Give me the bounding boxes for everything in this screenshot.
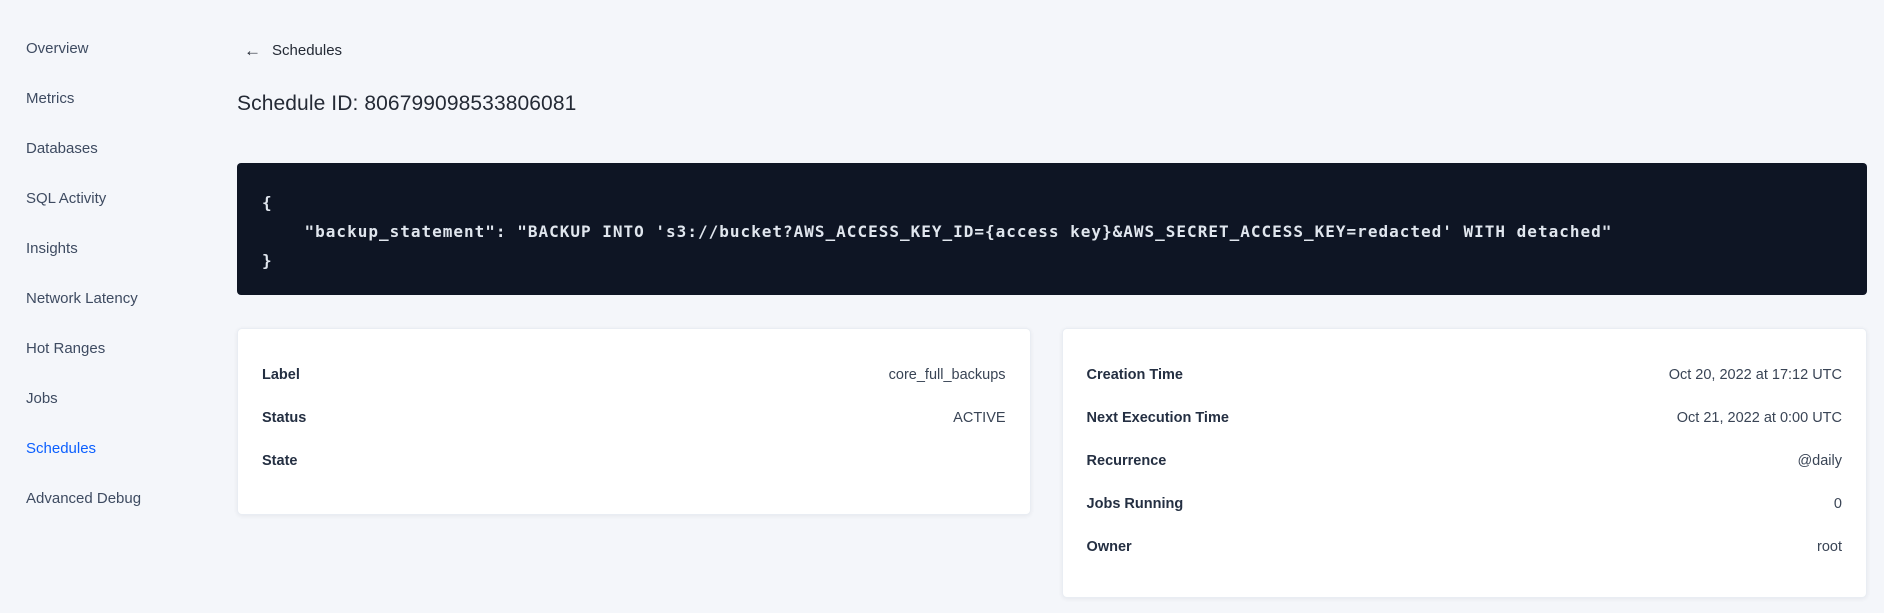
sidebar-nav: Overview Metrics Databases SQL Activity …: [0, 0, 205, 613]
back-link-label: Schedules: [272, 42, 343, 59]
label-key: Label: [262, 366, 300, 383]
schedule-detail-page: ← Schedules Schedule ID: 806799098533806…: [237, 0, 1867, 613]
next-execution-time-value: Oct 21, 2022 at 0:00 UTC: [1676, 409, 1842, 426]
owner-value: root: [1817, 538, 1842, 555]
sidebar-item-network-latency[interactable]: Network Latency: [0, 273, 205, 323]
sidebar-item-advanced-debug[interactable]: Advanced Debug: [0, 473, 205, 523]
sidebar-item-schedules[interactable]: Schedules: [0, 423, 205, 473]
back-to-schedules-link[interactable]: ← Schedules: [244, 42, 342, 59]
status-value: ACTIVE: [953, 409, 1006, 426]
sidebar-item-sql-activity[interactable]: SQL Activity: [0, 173, 205, 223]
label-value: core_full_backups: [888, 366, 1006, 383]
page-title: Schedule ID: 806799098533806081: [237, 92, 577, 115]
owner-key: Owner: [1086, 538, 1132, 555]
next-execution-time-key: Next Execution Time: [1086, 409, 1229, 426]
detail-row-status: Status ACTIVE: [262, 396, 1006, 439]
recurrence-value: @daily: [1797, 452, 1842, 469]
arrow-left-icon: ←: [244, 41, 261, 60]
sidebar-item-databases[interactable]: Databases: [0, 123, 205, 173]
sidebar-item-metrics[interactable]: Metrics: [0, 73, 205, 123]
detail-row-next-execution-time: Next Execution Time Oct 21, 2022 at 0:00…: [1087, 396, 1842, 439]
creation-time-value: Oct 20, 2022 at 17:12 UTC: [1668, 366, 1842, 383]
status-key: Status: [262, 409, 307, 426]
backup-statement-json: { "backup_statement": "BACKUP INTO 's3:/…: [262, 193, 1613, 270]
jobs-running-value: 0: [1833, 495, 1842, 512]
detail-row-state: State: [262, 439, 1006, 482]
sidebar-item-insights[interactable]: Insights: [0, 223, 205, 273]
creation-time-key: Creation Time: [1086, 366, 1183, 383]
sidebar-item-overview[interactable]: Overview: [0, 23, 205, 73]
jobs-running-key: Jobs Running: [1086, 495, 1184, 512]
detail-cards: Label core_full_backups Status ACTIVE St…: [237, 328, 1867, 598]
detail-row-creation-time: Creation Time Oct 20, 2022 at 17:12 UTC: [1087, 353, 1842, 396]
sidebar-item-jobs[interactable]: Jobs: [0, 373, 205, 423]
schedule-timing-card: Creation Time Oct 20, 2022 at 17:12 UTC …: [1061, 328, 1867, 598]
detail-row-jobs-running: Jobs Running 0: [1087, 482, 1842, 525]
detail-row-label: Label core_full_backups: [262, 353, 1006, 396]
schedule-info-card: Label core_full_backups Status ACTIVE St…: [237, 328, 1031, 515]
state-key: State: [262, 452, 298, 469]
detail-row-recurrence: Recurrence @daily: [1087, 439, 1842, 482]
backup-statement-code-block: { "backup_statement": "BACKUP INTO 's3:/…: [237, 163, 1867, 295]
recurrence-key: Recurrence: [1086, 452, 1167, 469]
detail-row-owner: Owner root: [1087, 525, 1842, 568]
sidebar-item-hot-ranges[interactable]: Hot Ranges: [0, 323, 205, 373]
